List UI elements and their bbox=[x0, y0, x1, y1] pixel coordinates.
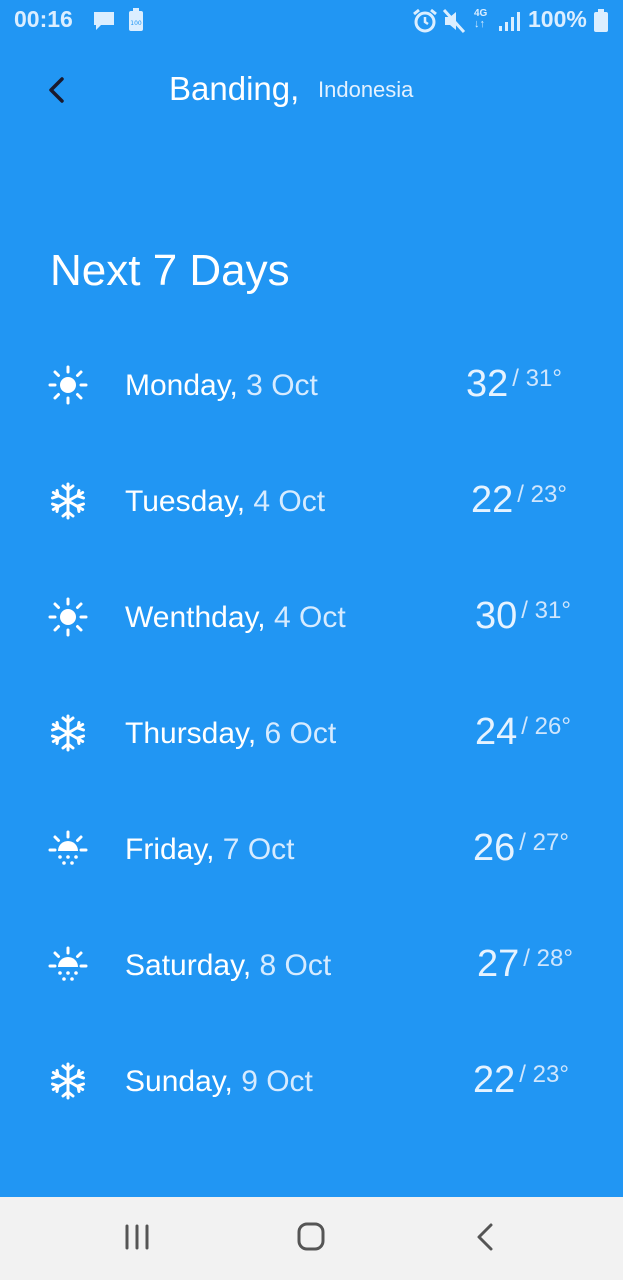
day-label: Friday, 7 Oct bbox=[125, 833, 295, 866]
forecast-row-sunday: Sunday, 9 Oct 22/ 23° bbox=[0, 1041, 623, 1121]
back-button[interactable] bbox=[38, 70, 78, 110]
status-bar: 00:16 100 4G ↓↑ 100% bbox=[0, 0, 623, 42]
temperature: 26/ 27° bbox=[473, 827, 569, 869]
forecast-row-saturday: Saturday, 8 Oct 27/ 28° bbox=[0, 925, 623, 1005]
forecast-row-monday: Monday, 3 Oct 32/ 31° bbox=[0, 345, 623, 425]
home-button[interactable] bbox=[286, 1215, 336, 1259]
sun-icon bbox=[48, 597, 88, 637]
sun-icon bbox=[48, 365, 88, 405]
back-icon bbox=[477, 1223, 493, 1251]
mute-icon bbox=[442, 8, 466, 34]
temperature: 22/ 23° bbox=[471, 479, 567, 521]
signal-icon bbox=[499, 12, 520, 31]
chevron-left-icon bbox=[49, 77, 64, 103]
temperature: 22/ 23° bbox=[473, 1059, 569, 1101]
temperature: 27/ 28° bbox=[477, 943, 573, 985]
temperature: 24/ 26° bbox=[475, 711, 571, 753]
sun-rain-icon bbox=[48, 830, 88, 865]
snowflake-icon bbox=[51, 1062, 85, 1100]
snowflake-icon bbox=[51, 482, 85, 520]
day-label: Saturday, 8 Oct bbox=[125, 949, 332, 982]
forecast-row-wednesday: Wenthday, 4 Oct 30/ 31° bbox=[0, 577, 623, 657]
snowflake-icon bbox=[51, 714, 85, 752]
sun-rain-icon bbox=[48, 946, 88, 981]
home-icon bbox=[297, 1222, 325, 1251]
navigation-bar bbox=[0, 1197, 623, 1280]
forecast-row-thursday: Thursday, 6 Oct 24/ 26° bbox=[0, 693, 623, 773]
temperature: 32/ 31° bbox=[466, 363, 562, 405]
forecast-row-friday: Friday, 7 Oct 26/ 27° bbox=[0, 809, 623, 889]
battery-saver-icon: 100 bbox=[129, 8, 143, 31]
alarm-icon bbox=[413, 8, 437, 33]
city-name: Banding, bbox=[169, 70, 300, 107]
recent-apps-icon bbox=[125, 1224, 149, 1250]
network-type: 4G ↓↑ bbox=[474, 8, 488, 30]
country-name: Indonesia bbox=[318, 77, 414, 102]
day-label: Wenthday, 4 Oct bbox=[125, 601, 346, 634]
message-icon bbox=[94, 12, 114, 30]
recent-apps-button[interactable] bbox=[112, 1215, 162, 1259]
forecast-row-tuesday: Tuesday, 4 Oct 22/ 23° bbox=[0, 461, 623, 541]
back-nav-button[interactable] bbox=[460, 1215, 510, 1259]
day-label: Tuesday, 4 Oct bbox=[125, 485, 326, 518]
day-label: Thursday, 6 Oct bbox=[125, 717, 337, 750]
day-label: Monday, 3 Oct bbox=[125, 369, 318, 402]
battery-percent: 100% bbox=[528, 6, 587, 32]
temperature: 30/ 31° bbox=[475, 595, 571, 637]
status-time: 00:16 bbox=[14, 6, 73, 32]
section-title: Next 7 Days bbox=[50, 246, 290, 295]
day-label: Sunday, 9 Oct bbox=[125, 1065, 313, 1098]
battery-icon bbox=[594, 9, 608, 32]
svg-text:100: 100 bbox=[130, 20, 142, 27]
